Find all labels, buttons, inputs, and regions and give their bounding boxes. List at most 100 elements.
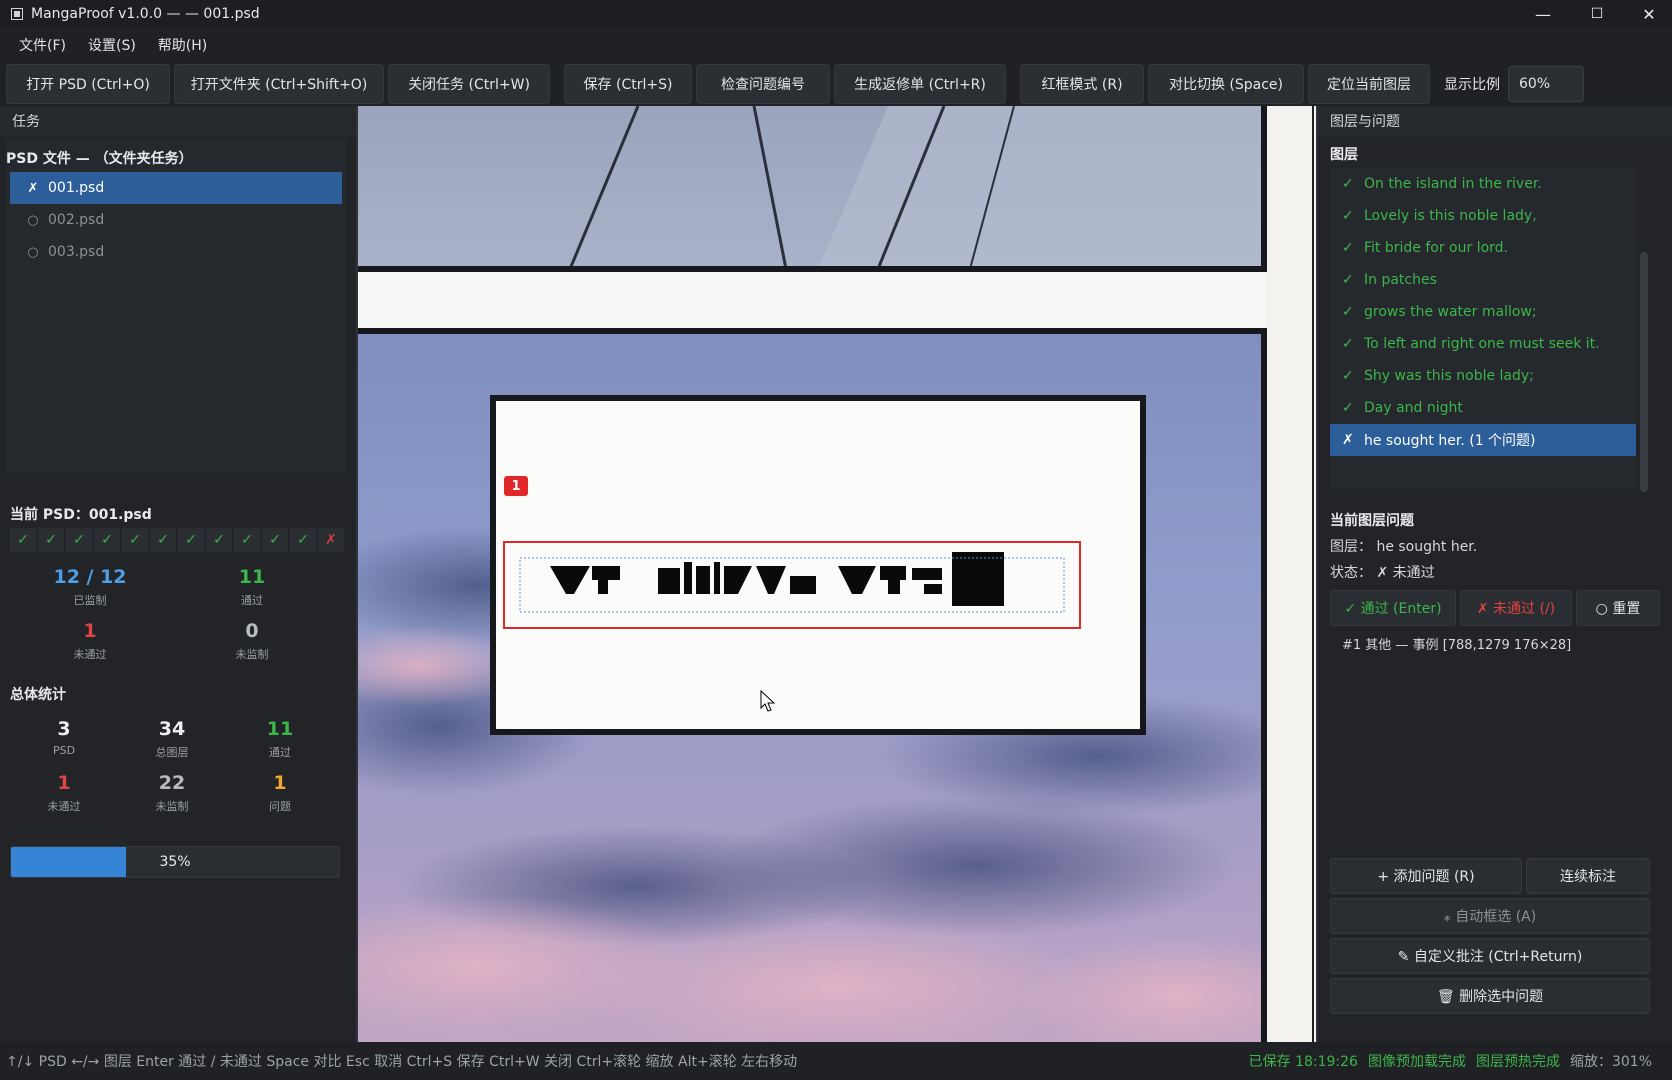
save-button[interactable]: 保存 (Ctrl+S) <box>564 64 692 104</box>
file-name: 001.psd <box>48 180 105 196</box>
check-ids-button[interactable]: 检查问题编号 <box>696 64 830 104</box>
layer-name: he sought her. (1 个问题) <box>1364 433 1536 449</box>
zoom-select[interactable]: 60% <box>1508 66 1584 102</box>
pass-check-icon[interactable]: ✓ <box>262 528 288 552</box>
issue-list-item[interactable]: #1 其他 — 事例 [788,1279 176×28] <box>1342 634 1571 653</box>
compare-toggle-button[interactable]: 对比切换 (Space) <box>1148 64 1304 104</box>
open-folder-button[interactable]: 打开文件夹 (Ctrl+Shift+O) <box>174 64 384 104</box>
stat-value: 1 <box>57 772 71 794</box>
add-issue-button[interactable]: + 添加问题 (R) <box>1330 858 1522 894</box>
circle-icon: ○ <box>27 244 39 260</box>
pass-check-icon[interactable]: ✓ <box>38 528 64 552</box>
minimize-button[interactable]: — <box>1516 0 1570 28</box>
layer-item[interactable]: ✓ Lovely is this noble lady, <box>1330 200 1636 232</box>
maximize-button[interactable]: ☐ <box>1570 0 1624 28</box>
stat-label: 已监制 <box>73 594 107 607</box>
fail-icon: ✗ <box>27 180 39 196</box>
layers-title: 图层 <box>1330 147 1358 163</box>
image-canvas[interactable]: 1 <box>358 106 1316 1056</box>
issue-number-badge[interactable]: 1 <box>504 476 528 496</box>
layer-item[interactable]: ✗ he sought her. (1 个问题) <box>1330 424 1636 456</box>
pass-check-icon[interactable]: ✓ <box>150 528 176 552</box>
stat-reviewed: 12 / 12 已监制 <box>30 566 150 608</box>
pass-check-icon[interactable]: ✓ <box>290 528 316 552</box>
overall-unreviewed: 22 未监制 <box>112 772 232 814</box>
stat-value: 1 <box>273 772 287 794</box>
pass-check-icon[interactable]: ✓ <box>66 528 92 552</box>
overall-psd: 3 PSD <box>4 718 124 757</box>
close-window-button[interactable]: ✕ <box>1622 0 1672 28</box>
file-item[interactable]: ○ 003.psd <box>10 236 342 268</box>
saved-status: 已保存 18:19:26 <box>1248 1054 1358 1070</box>
delete-issue-button[interactable]: 🗑 删除选中问题 <box>1330 978 1650 1014</box>
pass-check-icon[interactable]: ✓ <box>178 528 204 552</box>
stat-value: 34 <box>158 718 186 740</box>
menu-file[interactable]: 文件(F) <box>8 30 77 60</box>
layer-item[interactable]: ✓ Day and night <box>1330 392 1636 424</box>
zoom-status: 缩放：301% <box>1569 1054 1652 1070</box>
custom-note-button[interactable]: ✎ 自定义批注 (Ctrl+Return) <box>1330 938 1650 974</box>
continuous-mark-button[interactable]: 连续标注 <box>1526 858 1650 894</box>
pass-check-icon: ✓ <box>1342 368 1354 384</box>
reset-button[interactable]: ○ 重置 <box>1576 590 1660 626</box>
generate-report-button[interactable]: 生成返修单 (Ctrl+R) <box>834 64 1006 104</box>
pass-check-icon: ✓ <box>1342 176 1354 192</box>
stat-label: 未通过 <box>73 648 107 661</box>
layer-name: To left and right one must seek it. <box>1364 336 1600 352</box>
layer-check-strip: ✓ ✓ ✓ ✓ ✓ ✓ ✓ ✓ ✓ ✓ ✓ ✗ <box>0 528 346 552</box>
pass-check-icon[interactable]: ✓ <box>94 528 120 552</box>
layer-name: On the island in the river. <box>1364 176 1542 192</box>
layer-name: In patches <box>1364 272 1437 288</box>
open-psd-button[interactable]: 打开 PSD (Ctrl+O) <box>6 64 170 104</box>
title-bar: MangaProof v1.0.0 — — 001.psd — ☐ ✕ <box>0 0 1672 28</box>
stat-value: 22 <box>158 772 186 794</box>
auto-select-button[interactable]: ⁎ 自动框选 (A) <box>1330 898 1650 934</box>
fail-check-icon[interactable]: ✗ <box>318 528 344 552</box>
menu-help[interactable]: 帮助(H) <box>147 30 218 60</box>
overall-passed: 11 通过 <box>220 718 340 760</box>
pass-check-icon: ✓ <box>1342 272 1354 288</box>
file-item[interactable]: ✗ 001.psd <box>10 172 342 204</box>
file-item[interactable]: ○ 002.psd <box>10 204 342 236</box>
stat-value: 3 <box>57 718 71 740</box>
pass-check-icon[interactable]: ✓ <box>122 528 148 552</box>
fail-icon: ✗ <box>1342 432 1354 448</box>
stat-value: 12 / 12 <box>53 566 127 588</box>
pass-check-icon[interactable]: ✓ <box>206 528 232 552</box>
layer-item[interactable]: ✓ In patches <box>1330 264 1636 296</box>
menu-settings[interactable]: 设置(S) <box>77 30 147 60</box>
stat-label: 未监制 <box>235 648 269 661</box>
layers-issues-panel: 图层与问题 图层 ✓ On the island in the river. ✓ L… <box>1318 106 1672 1056</box>
file-name: 003.psd <box>48 244 105 260</box>
layer-item[interactable]: ✓ On the island in the river. <box>1330 168 1636 200</box>
issue-layer-line: 图层： he sought her. <box>1330 539 1478 555</box>
stat-label: 总图层 <box>155 746 189 759</box>
pass-check-icon: ✓ <box>1342 336 1354 352</box>
current-layer-issues-title: 当前图层问题 <box>1330 513 1414 529</box>
menu-bar: 文件(F) 设置(S) 帮助(H) <box>0 30 1672 60</box>
pass-check-icon: ✓ <box>1342 400 1354 416</box>
layer-list-scrollbar[interactable] <box>1640 252 1648 492</box>
fail-button[interactable]: ✗ 未通过 (/) <box>1460 590 1572 626</box>
red-frame-mode-button[interactable]: 红框模式 (R) <box>1020 64 1144 104</box>
pass-check-icon: ✓ <box>1342 240 1354 256</box>
layer-item[interactable]: ✓ Shy was this noble lady; <box>1330 360 1636 392</box>
layer-item[interactable]: ✓ To left and right one must seek it. <box>1330 328 1636 360</box>
pass-check-icon[interactable]: ✓ <box>234 528 260 552</box>
locate-layer-button[interactable]: 定位当前图层 <box>1308 64 1430 104</box>
prewarm-status: 图层预热完成 <box>1475 1054 1560 1070</box>
stat-label: 通过 <box>269 746 291 759</box>
right-panel-header: 图层与问题 <box>1318 106 1672 136</box>
layer-item[interactable]: ✓ Fit bride for our lord. <box>1330 232 1636 264</box>
layer-name: Lovely is this noble lady, <box>1364 208 1537 224</box>
shortcut-hints: ↑/↓ PSD ←/→ 图层 Enter 通过 / 未通过 Space 对比 E… <box>6 1054 798 1070</box>
layer-item[interactable]: ✓ grows the water mallow; <box>1330 296 1636 328</box>
pass-button[interactable]: ✓ 通过 (Enter) <box>1330 590 1456 626</box>
manga-page <box>358 106 1316 1056</box>
close-task-button[interactable]: 关闭任务 (Ctrl+W) <box>388 64 550 104</box>
progress-text: 35% <box>159 854 191 870</box>
pass-check-icon[interactable]: ✓ <box>10 528 36 552</box>
toolbar: 打开 PSD (Ctrl+O) 打开文件夹 (Ctrl+Shift+O) 关闭任… <box>0 62 1672 106</box>
task-panel-header: 任务 <box>0 106 356 136</box>
overall-stats-title: 总体统计 <box>10 687 66 703</box>
